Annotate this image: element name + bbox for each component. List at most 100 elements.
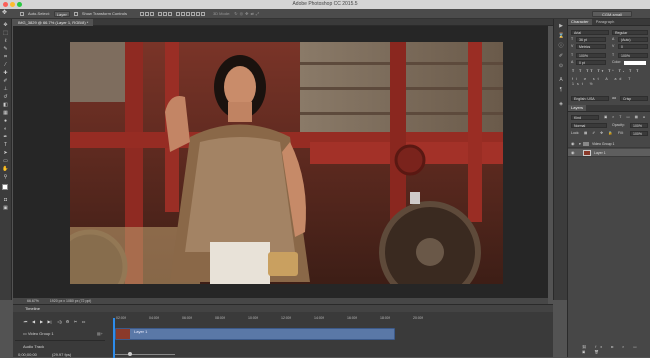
font-family-dropdown[interactable]: Arial xyxy=(571,30,609,35)
transition-icon[interactable]: ▭ xyxy=(81,319,86,324)
video-clip[interactable]: Layer 1 xyxy=(115,328,395,340)
previous-frame-icon[interactable]: ◀ xyxy=(31,319,36,324)
zoom-level[interactable]: 66.67% xyxy=(27,299,39,303)
minimize-window-icon[interactable] xyxy=(10,2,15,7)
auto-select-checkbox[interactable] xyxy=(20,11,24,16)
vertical-scale-field[interactable]: 100% xyxy=(576,53,606,58)
character-panel-icon[interactable]: A xyxy=(558,77,564,83)
align-left-icon[interactable] xyxy=(157,11,162,16)
auto-select-dropdown[interactable]: Layer xyxy=(53,10,70,17)
audio-icon[interactable]: ◁) xyxy=(57,319,62,324)
eraser-icon[interactable]: ◧ xyxy=(2,102,9,108)
gradient-icon[interactable]: ▦ xyxy=(2,110,9,116)
horizontal-scale-field[interactable]: 100% xyxy=(618,53,648,58)
type-style-buttons[interactable]: T T TT Tт T¹ T₁ T T xyxy=(572,69,640,74)
tracking-field[interactable]: 0 xyxy=(618,44,648,49)
document-photo[interactable] xyxy=(70,42,503,284)
show-transform-checkbox[interactable] xyxy=(73,11,78,16)
shape-icon[interactable]: ▭ xyxy=(2,158,9,164)
distribute-bottom-icon[interactable] xyxy=(185,11,190,16)
type-icon[interactable]: T xyxy=(2,142,9,148)
language-dropdown[interactable]: English: USA xyxy=(571,96,609,101)
lasso-icon[interactable]: ℓ xyxy=(2,38,9,44)
align-bottom-icon[interactable] xyxy=(149,11,154,16)
go-to-first-frame-icon[interactable]: ⏮ xyxy=(23,319,28,324)
baseline-shift-field[interactable]: 0 pt xyxy=(576,60,606,65)
distribute-top-icon[interactable] xyxy=(175,11,180,16)
distribute-center-icon[interactable] xyxy=(195,11,200,16)
kerning-field[interactable]: Metrics xyxy=(576,44,606,49)
close-window-icon[interactable] xyxy=(3,2,8,7)
align-middle-icon[interactable] xyxy=(144,11,149,16)
dodge-icon[interactable]: ◐ xyxy=(2,126,9,132)
layers-panel-icon[interactable]: ◈ xyxy=(558,101,564,107)
distribute-middle-icon[interactable] xyxy=(180,11,185,16)
font-size-field[interactable]: 36 pt xyxy=(576,37,606,42)
zoom-slider[interactable] xyxy=(115,354,175,355)
play-action-icon[interactable]: ▶ xyxy=(558,23,564,29)
crop-icon[interactable]: ⌗ xyxy=(2,54,9,60)
layer-filter-icons[interactable]: ▣ ◐ T ▭ ▦ ● xyxy=(604,115,647,120)
layer-row-layer1[interactable]: ◉ Layer 1 xyxy=(568,149,650,157)
hand-icon[interactable]: ✋ xyxy=(2,166,9,172)
info-icon[interactable]: ⓘ xyxy=(558,43,564,49)
quick-mask-icon[interactable]: ◘ xyxy=(2,197,9,203)
next-frame-icon[interactable]: ▶| xyxy=(47,319,52,324)
foreground-color-swatch[interactable] xyxy=(2,184,8,190)
zoom-slider-thumb[interactable] xyxy=(128,352,132,356)
pen-icon[interactable]: ✒ xyxy=(2,134,9,140)
blend-mode-dropdown[interactable]: Normal xyxy=(571,123,607,128)
history-brush-icon[interactable]: ↺ xyxy=(2,94,9,100)
add-media-icon[interactable]: ▦+ xyxy=(97,327,103,341)
screen-mode-icon[interactable]: ▣ xyxy=(2,205,9,211)
distribute-left-icon[interactable] xyxy=(190,11,195,16)
zoom-icon[interactable]: ⚲ xyxy=(2,174,9,180)
workspace-switcher[interactable]: CGM-small xyxy=(592,10,632,17)
timecode[interactable]: 0;00;00;00 xyxy=(18,352,37,357)
layer-filter-dropdown[interactable]: Kind xyxy=(571,115,599,120)
font-style-dropdown[interactable]: Regular xyxy=(612,30,648,35)
tab-paragraph[interactable]: Paragraph xyxy=(593,19,618,25)
align-top-icon[interactable] xyxy=(139,11,144,16)
opentype-buttons[interactable]: fi σ st A ad T 1st ½ xyxy=(572,77,650,87)
document-tab[interactable]: IMG_3829 @ 66.7% (Layer 1, RGB/8) * xyxy=(13,19,94,26)
opacity-field[interactable]: 100% xyxy=(630,123,648,128)
3d-roll-icon[interactable]: ◎ xyxy=(240,11,244,16)
blur-icon[interactable]: ● xyxy=(2,118,9,124)
paragraph-panel-icon[interactable]: ¶ xyxy=(558,87,564,93)
antialias-dropdown[interactable]: Crisp xyxy=(620,96,648,101)
align-center-icon[interactable] xyxy=(162,11,167,16)
play-icon[interactable]: ▶ xyxy=(39,319,44,324)
history-icon[interactable]: ⌛ xyxy=(558,33,564,39)
3d-scale-icon[interactable]: ⤢ xyxy=(256,11,259,16)
track-video-group[interactable]: ▭ Video Group 1 ▦+ xyxy=(15,327,105,341)
eyedropper-icon[interactable]: ⁄ xyxy=(2,62,9,68)
brush-icon[interactable]: ✐ xyxy=(2,78,9,84)
distribute-right-icon[interactable] xyxy=(200,11,205,16)
3d-pan-icon[interactable]: ✥ xyxy=(245,11,248,16)
leading-field[interactable]: (Auto) xyxy=(618,37,648,42)
3d-rotate-icon[interactable]: ↻ xyxy=(234,11,237,16)
tab-layers[interactable]: Layers xyxy=(568,105,587,111)
stamp-icon[interactable]: ⊥ xyxy=(2,86,9,92)
zoom-window-icon[interactable] xyxy=(17,2,22,7)
path-select-icon[interactable]: ➤ xyxy=(2,150,9,156)
layers-footer-icons[interactable]: ⛓ fx ◘ ◐ ▭ ▣ 🗑 xyxy=(582,345,650,355)
move-icon[interactable]: ✥ xyxy=(2,22,9,28)
track-audio[interactable]: Audio Track xyxy=(15,343,105,351)
text-color-swatch[interactable] xyxy=(624,61,646,65)
tab-character[interactable]: Character xyxy=(568,19,592,25)
quick-select-icon[interactable]: ✎ xyxy=(2,46,9,52)
clone-source-icon[interactable]: ⊙ xyxy=(558,63,564,69)
split-icon[interactable]: ✂ xyxy=(73,319,78,324)
3d-slide-icon[interactable]: ⇄ xyxy=(251,11,254,16)
brush-panel-icon[interactable]: ✐ xyxy=(558,53,564,59)
marquee-icon[interactable]: ⬚ xyxy=(2,30,9,36)
healing-icon[interactable]: ✚ xyxy=(2,70,9,76)
settings-icon[interactable]: ⚙ xyxy=(65,319,70,324)
layer-row-video-group[interactable]: ◉ ▾ Video Group 1 xyxy=(568,140,650,148)
move-tool-icon[interactable]: ✥ xyxy=(2,10,10,17)
lock-icons[interactable]: ▦ ✐ ✥ 🔒 xyxy=(584,131,614,136)
visibility-eye-icon[interactable]: ◉ xyxy=(571,150,575,156)
visibility-eye-icon[interactable]: ◉ xyxy=(571,141,575,147)
